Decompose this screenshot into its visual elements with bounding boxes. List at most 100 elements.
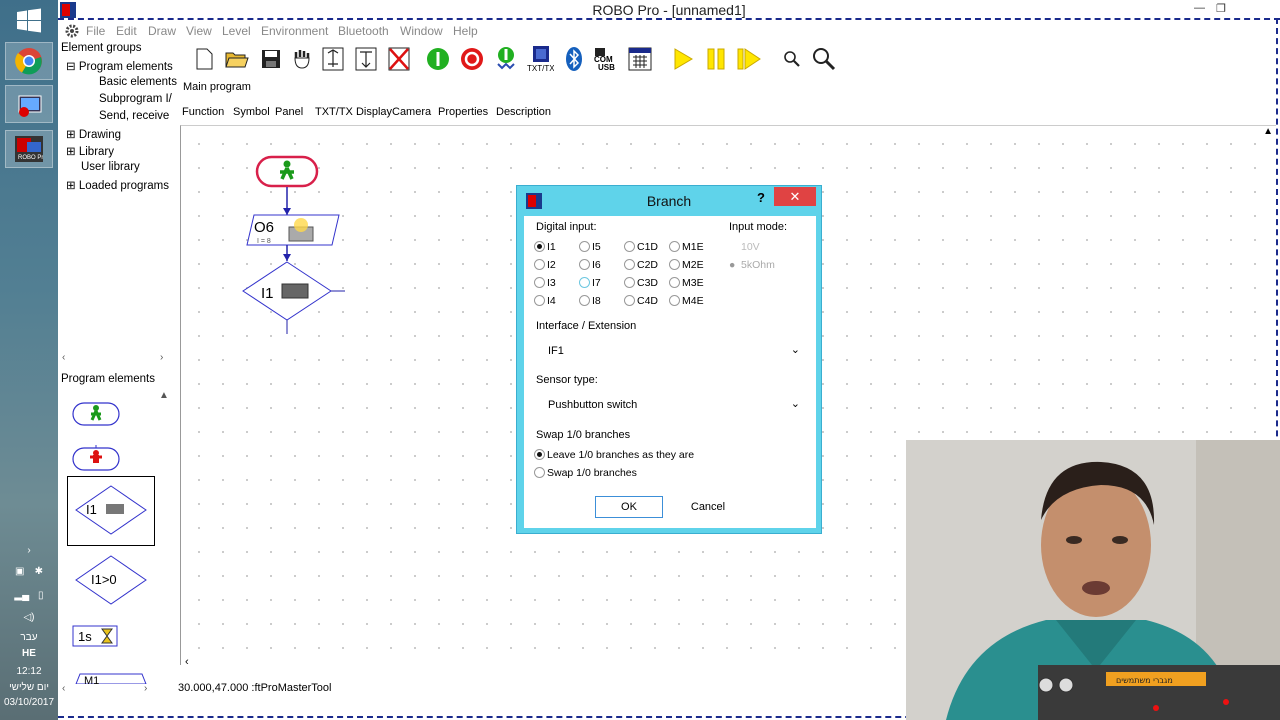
panel-icon[interactable]: [626, 44, 654, 74]
tree-item-library[interactable]: ⊞ Library: [66, 144, 114, 158]
palette-motor-element[interactable]: M1: [72, 670, 150, 684]
radio-I8[interactable]: [579, 295, 590, 306]
tray-volume-icon[interactable]: ◁): [0, 612, 58, 623]
tree-item-loaded-programs[interactable]: ⊞ Loaded programs: [66, 178, 169, 192]
new-file-icon[interactable]: [190, 44, 218, 74]
menu-environment[interactable]: Environment: [261, 24, 328, 38]
menu-window[interactable]: Window: [400, 24, 443, 38]
tray-chevron-icon[interactable]: ›: [0, 545, 58, 556]
tab-camera[interactable]: Camera: [392, 106, 431, 118]
radio-C3D[interactable]: [624, 277, 635, 288]
menu-edit[interactable]: Edit: [116, 24, 137, 38]
radio-I7[interactable]: [579, 277, 590, 288]
radio-M1E[interactable]: [669, 241, 680, 252]
radio-I4[interactable]: [534, 295, 545, 306]
tray-network-icon[interactable]: ▂▄: [14, 590, 29, 601]
start-icon[interactable]: [424, 44, 452, 74]
tab-txt-display[interactable]: TXT/TX Display: [315, 106, 392, 118]
pause-icon[interactable]: [702, 44, 730, 74]
webcam-overlay: מגברי משתמשים: [906, 440, 1280, 720]
menu-file[interactable]: File: [86, 24, 105, 38]
radio-I4-label: I4: [547, 295, 556, 307]
palette-branch-element[interactable]: I1: [72, 482, 150, 538]
radio-I6[interactable]: [579, 259, 590, 270]
menu-draw[interactable]: Draw: [148, 24, 176, 38]
tab-symbol[interactable]: Symbol: [233, 106, 270, 118]
start-button[interactable]: [5, 2, 53, 40]
close-button[interactable]: ✕: [774, 187, 816, 206]
menu-view[interactable]: View: [186, 24, 212, 38]
tray-lang[interactable]: HE: [0, 648, 58, 659]
tree-item-send-receive[interactable]: Send, receive: [99, 110, 169, 122]
com-usb-icon[interactable]: COM USB: [592, 44, 620, 74]
radio-M2E[interactable]: [669, 259, 680, 270]
txt-tx-icon[interactable]: TXT/TX: [526, 44, 554, 74]
tab-properties[interactable]: Properties: [438, 106, 488, 118]
palette-compare-element[interactable]: I1>0: [72, 552, 150, 608]
canvas-scroll-left-icon[interactable]: ‹: [185, 656, 189, 668]
radio-C2D[interactable]: [624, 259, 635, 270]
tree-item-subprogram[interactable]: Subprogram I/: [99, 93, 172, 105]
chrome-taskbar-button[interactable]: [5, 42, 53, 80]
radio-M3E[interactable]: [669, 277, 680, 288]
radio-swap-branches[interactable]: [534, 467, 545, 478]
menu-help[interactable]: Help: [453, 24, 478, 38]
stop-icon[interactable]: [458, 44, 486, 74]
radio-leave-branches[interactable]: [534, 449, 545, 460]
tray-time[interactable]: 12:12: [0, 666, 58, 677]
flowchart-output-element[interactable]: O6 I = 8: [246, 214, 340, 246]
tree-item-drawing[interactable]: ⊞ Drawing: [66, 127, 121, 141]
restore-button[interactable]: ❐: [1216, 2, 1226, 15]
menu-bluetooth[interactable]: Bluetooth: [338, 24, 389, 38]
palette-start-element[interactable]: [72, 402, 120, 426]
recorder-taskbar-button[interactable]: [5, 85, 53, 123]
flowchart-branch-element[interactable]: I1: [242, 261, 345, 334]
zoom-icon[interactable]: [778, 44, 806, 74]
radio-M4E[interactable]: [669, 295, 680, 306]
tree-item-basic-elements[interactable]: Basic elements: [99, 76, 177, 88]
flowchart-start-element[interactable]: [255, 155, 319, 188]
help-button[interactable]: ?: [757, 190, 765, 205]
tab-function[interactable]: Function: [182, 106, 224, 118]
tray-battery-icon[interactable]: ▯: [38, 590, 44, 601]
radio-I2[interactable]: [534, 259, 545, 270]
upload-icon[interactable]: [352, 44, 380, 74]
pan-hand-icon[interactable]: [288, 44, 316, 74]
interface-select[interactable]: IF1 ⌄: [544, 340, 806, 362]
download-icon[interactable]: [319, 44, 347, 74]
step-icon[interactable]: [735, 44, 763, 74]
tree-item-program-elements[interactable]: ⊟ Program elements: [66, 59, 173, 73]
tree-item-user-library[interactable]: User library: [81, 161, 140, 173]
bluetooth-icon[interactable]: [560, 44, 588, 74]
search-icon[interactable]: [810, 44, 838, 74]
play-icon[interactable]: [669, 44, 697, 74]
tray-lang2[interactable]: עבר: [0, 632, 58, 643]
ok-button[interactable]: OK: [595, 496, 663, 518]
minimize-button[interactable]: —: [1194, 2, 1205, 14]
online-icon[interactable]: [492, 44, 520, 74]
radio-I5[interactable]: [579, 241, 590, 252]
delete-icon[interactable]: [385, 44, 413, 74]
cancel-button[interactable]: Cancel: [674, 496, 742, 518]
canvas-scroll-up-icon[interactable]: ▲: [1263, 126, 1273, 137]
tree-scroll-left-icon[interactable]: ‹: [62, 352, 65, 366]
robopro-taskbar-button[interactable]: ROBO Pro: [5, 130, 53, 168]
sensor-type-select[interactable]: Pushbutton switch ⌄: [544, 394, 806, 416]
tab-description[interactable]: Description: [496, 106, 551, 118]
tray-bluetooth-icon[interactable]: ✱: [35, 566, 43, 577]
tray-folder-icon[interactable]: ▣: [15, 566, 24, 577]
radio-I1[interactable]: [534, 241, 545, 252]
palette-scroll-left-icon[interactable]: ‹: [62, 683, 65, 697]
menu-level[interactable]: Level: [222, 24, 251, 38]
palette-wait-element[interactable]: 1s: [72, 624, 118, 648]
radio-I3[interactable]: [534, 277, 545, 288]
open-folder-icon[interactable]: [223, 44, 251, 74]
radio-C4D[interactable]: [624, 295, 635, 306]
svg-text:O6: O6: [254, 219, 274, 236]
tree-scroll-right-icon[interactable]: ›: [160, 352, 163, 366]
tab-panel[interactable]: Panel: [275, 106, 303, 118]
save-icon[interactable]: [257, 44, 285, 74]
radio-C1D[interactable]: [624, 241, 635, 252]
palette-scroll-right-icon[interactable]: ›: [144, 683, 147, 697]
palette-stop-element[interactable]: [72, 445, 120, 471]
